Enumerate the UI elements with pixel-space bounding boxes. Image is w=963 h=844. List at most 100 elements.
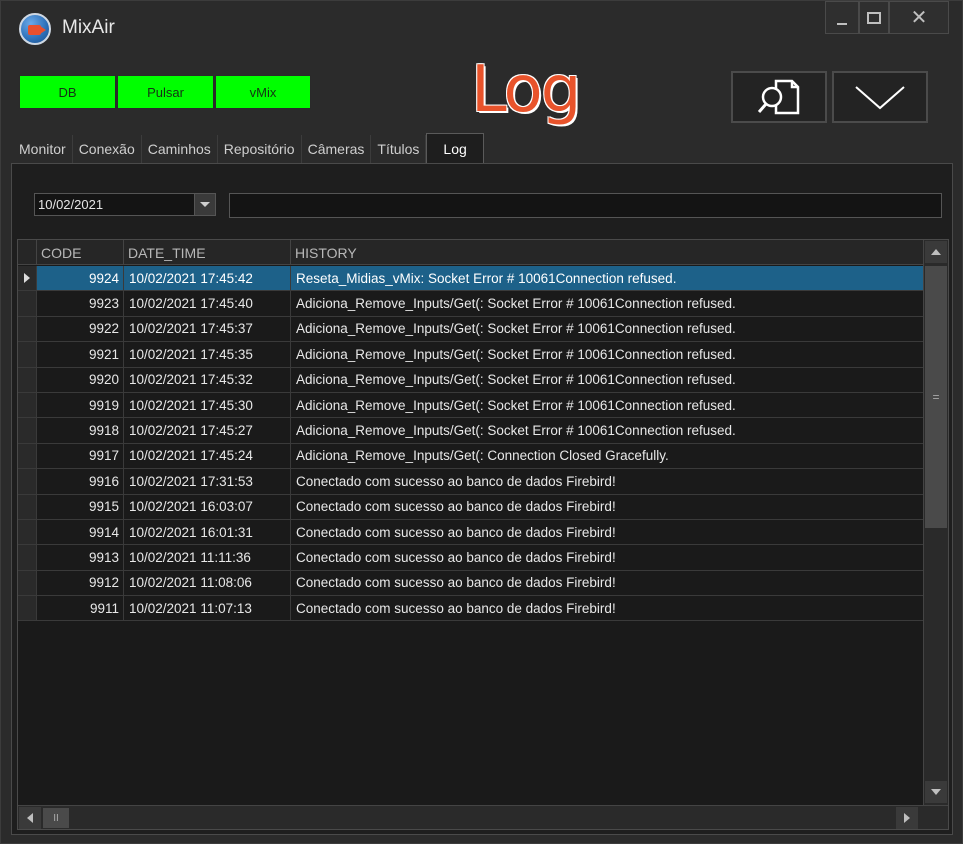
scroll-right-button[interactable] — [896, 807, 918, 829]
tab-cameras[interactable]: Câmeras — [301, 135, 372, 163]
cell-history: Conectado com sucesso ao banco de dados … — [296, 549, 616, 565]
arrow-down-icon — [931, 789, 941, 795]
cell-history: Adiciona_Remove_Inputs/Get(: Socket Erro… — [296, 372, 736, 388]
cell-code: 9916 — [37, 469, 124, 494]
scroll-up-button[interactable] — [925, 241, 947, 263]
dropdown-arrow-button[interactable] — [194, 194, 215, 215]
cell-history: Adiciona_Remove_Inputs/Get(: Connection … — [296, 448, 669, 464]
tab-log[interactable]: Log — [426, 133, 484, 163]
table-row[interactable]: 9915 10/02/2021 16:03:07 Conectado com suc… — [18, 494, 923, 520]
maximize-button[interactable] — [859, 1, 889, 34]
horizontal-scroll-thumb[interactable]: II — [43, 808, 69, 828]
tab-conexao[interactable]: Conexão — [72, 135, 142, 163]
column-header-code[interactable]: CODE — [37, 240, 124, 265]
expand-button[interactable] — [832, 71, 928, 123]
table-row[interactable]: 9913 10/02/2021 11:11:36 Conectado com suc… — [18, 545, 923, 571]
cell-code: 9912 — [37, 570, 124, 596]
table-row[interactable]: 9924 10/02/2021 17:45:42 Reseta_Midias_vMi… — [18, 266, 923, 292]
cell-history: Conectado com sucesso ao banco de dados … — [296, 524, 616, 540]
cell-history: Adiciona_Remove_Inputs/Get(: Socket Erro… — [296, 296, 736, 312]
camera-app-icon — [19, 13, 51, 45]
cell-date-time: 10/02/2021 17:45:42 — [124, 266, 291, 291]
cell-history: Adiciona_Remove_Inputs/Get(: Socket Erro… — [296, 423, 736, 439]
cell-code: 9919 — [37, 392, 124, 418]
arrow-up-icon — [931, 249, 941, 255]
table-row[interactable]: 9914 10/02/2021 16:01:31 Conectado com suc… — [18, 519, 923, 546]
table-row[interactable]: 9916 10/02/2021 17:31:53 Conectado com suc… — [18, 469, 923, 495]
cell-history: Conectado com sucesso ao banco de dados … — [296, 600, 616, 616]
row-indicator — [18, 494, 37, 519]
log-grid: CODE DATE_TIME HISTORY 9924 10/02/2021 17… — [17, 239, 949, 830]
arrow-left-icon — [27, 813, 33, 823]
chevron-down-icon — [200, 202, 210, 207]
cell-date-time: 10/02/2021 17:45:40 — [124, 291, 291, 316]
search-log-button[interactable] — [731, 71, 827, 123]
chevron-down-icon — [855, 86, 905, 110]
tab-titulos[interactable]: Títulos — [371, 135, 427, 163]
tab-caminhos[interactable]: Caminhos — [141, 135, 218, 163]
cell-history: Adiciona_Remove_Inputs/Get(: Socket Erro… — [296, 346, 736, 362]
table-row[interactable]: 9912 10/02/2021 11:08:06 Conectado com suc… — [18, 570, 923, 597]
table-row[interactable]: 9917 10/02/2021 17:45:24 Adiciona_Remove_I… — [18, 443, 923, 470]
app-title: MixAir — [62, 17, 115, 38]
tab-monitor[interactable]: Monitor — [13, 135, 73, 163]
grid-rows: 9924 10/02/2021 17:45:42 Reseta_Midias_vMi… — [18, 266, 923, 622]
minimize-button[interactable] — [825, 1, 859, 34]
cell-history: Adiciona_Remove_Inputs/Get(: Socket Erro… — [296, 321, 736, 337]
scroll-left-button[interactable] — [19, 807, 41, 829]
table-row[interactable]: 9923 10/02/2021 17:45:40 Adiciona_Remove_I… — [18, 291, 923, 317]
cell-code: 9913 — [37, 545, 124, 570]
vertical-scrollbar[interactable]: = — [923, 240, 948, 805]
vertical-scroll-thumb[interactable]: = — [925, 266, 947, 528]
cell-date-time: 10/02/2021 16:01:31 — [124, 519, 291, 545]
row-indicator — [18, 443, 37, 469]
cell-date-time: 10/02/2021 17:45:27 — [124, 418, 291, 443]
cell-code: 9921 — [37, 342, 124, 367]
cell-code: 9918 — [37, 418, 124, 443]
column-header-history[interactable]: HISTORY — [291, 240, 923, 265]
cell-date-time: 10/02/2021 17:45:37 — [124, 316, 291, 342]
cell-code: 9924 — [37, 266, 124, 291]
status-pulsar-button[interactable]: Pulsar — [117, 75, 214, 109]
cell-code: 9922 — [37, 316, 124, 342]
row-indicator — [18, 291, 37, 316]
tab-repositorio[interactable]: Repositório — [217, 135, 302, 163]
window-controls: ✕ — [825, 1, 951, 36]
row-indicator — [18, 367, 37, 392]
table-row[interactable]: 9920 10/02/2021 17:45:32 Adiciona_Remove_I… — [18, 367, 923, 393]
cell-code: 9914 — [37, 519, 124, 545]
status-db-button[interactable]: DB — [19, 75, 116, 109]
cell-date-time: 10/02/2021 17:45:30 — [124, 392, 291, 418]
horizontal-scrollbar[interactable]: II — [18, 805, 948, 829]
row-indicator — [18, 392, 37, 418]
cell-date-time: 10/02/2021 11:08:06 — [124, 570, 291, 596]
date-select[interactable]: 10/02/2021 — [34, 193, 216, 216]
status-vmix-button[interactable]: vMix — [215, 75, 311, 109]
scroll-down-button[interactable] — [925, 781, 947, 803]
table-row[interactable]: 9922 10/02/2021 17:45:37 Adiciona_Remove_I… — [18, 316, 923, 343]
cell-date-time: 10/02/2021 11:07:13 — [124, 596, 291, 621]
grip-icon: = — [932, 390, 940, 404]
current-row-icon — [24, 273, 30, 284]
cell-history: Conectado com sucesso ao banco de dados … — [296, 575, 616, 591]
table-row[interactable]: 9918 10/02/2021 17:45:27 Adiciona_Remove_I… — [18, 418, 923, 444]
column-header-date-time[interactable]: DATE_TIME — [124, 240, 291, 265]
document-search-icon — [757, 79, 800, 115]
cell-date-time: 10/02/2021 17:45:35 — [124, 342, 291, 367]
table-row[interactable]: 9911 10/02/2021 11:07:13 Conectado com suc… — [18, 596, 923, 622]
page-title: Log — [471, 53, 581, 127]
date-select-value: 10/02/2021 — [38, 197, 104, 212]
cell-code: 9911 — [37, 596, 124, 621]
close-button[interactable]: ✕ — [889, 1, 949, 34]
log-search-input[interactable] — [229, 193, 942, 218]
row-indicator — [18, 596, 37, 621]
cell-history: Conectado com sucesso ao banco de dados … — [296, 499, 616, 515]
log-panel: 10/02/2021 CODE DATE_TIME HISTORY 9924 10… — [11, 163, 953, 835]
table-row[interactable]: 9921 10/02/2021 17:45:35 Adiciona_Remove_I… — [18, 342, 923, 368]
row-indicator — [18, 316, 37, 342]
table-row[interactable]: 9919 10/02/2021 17:45:30 Adiciona_Remove_I… — [18, 392, 923, 419]
cell-history: Adiciona_Remove_Inputs/Get(: Socket Erro… — [296, 397, 736, 413]
cell-date-time: 10/02/2021 11:11:36 — [124, 545, 291, 570]
row-indicator — [18, 519, 37, 545]
cell-code: 9915 — [37, 494, 124, 519]
